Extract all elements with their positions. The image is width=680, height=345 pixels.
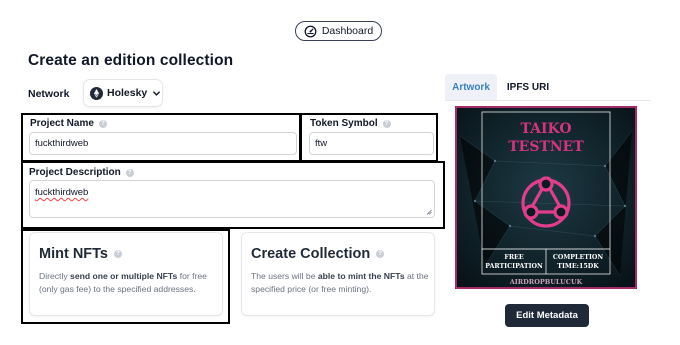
token-symbol-label: Token Symbol ? xyxy=(310,118,391,129)
project-name-input[interactable]: fuckthirdweb xyxy=(29,132,297,155)
tab-divider xyxy=(445,100,650,101)
artwork-cell-left-2: PARTICIPATION xyxy=(485,263,543,270)
network-select[interactable]: Holesky xyxy=(84,80,162,106)
help-icon: ? xyxy=(376,250,385,258)
create-collection-title: Create Collection ? xyxy=(251,246,385,262)
artwork-title-line1: TAIKO xyxy=(520,121,571,137)
create-collection-description: The users will be able to mint the NFTs … xyxy=(251,271,429,294)
artwork-cell-right-2: TIME:15DK xyxy=(557,263,599,270)
ethereum-icon xyxy=(90,86,103,100)
tab-artwork[interactable]: Artwork xyxy=(445,74,497,101)
project-description-input[interactable]: fuckthirdweb xyxy=(29,180,435,218)
artwork-title-line2: TESTNET xyxy=(508,139,584,155)
help-icon: ? xyxy=(114,250,122,258)
token-symbol-input[interactable]: ftw xyxy=(309,132,434,155)
help-icon: ? xyxy=(382,119,391,128)
artwork-cell-left-1: FREE xyxy=(504,254,524,261)
artwork-preview: TAIKO TESTNET FREE PARTICIPATION COMPLET… xyxy=(455,106,637,289)
edit-metadata-button[interactable]: Edit Metadata xyxy=(505,304,589,327)
mint-nfts-title: Mint NFTs ? xyxy=(39,246,122,262)
resize-handle-icon[interactable] xyxy=(426,209,432,215)
help-icon: ? xyxy=(98,119,107,128)
tab-ipfs-uri[interactable]: IPFS URI xyxy=(505,74,551,101)
gauge-icon xyxy=(304,25,317,37)
dashboard-button[interactable]: Dashboard xyxy=(295,21,382,41)
network-selected: Holesky xyxy=(107,87,148,99)
page-title: Create an edition collection xyxy=(28,52,234,69)
artwork-cell-right-1: COMPLETION xyxy=(553,254,604,261)
chevron-down-icon xyxy=(153,90,161,96)
help-icon: ? xyxy=(125,168,134,177)
artwork-footer: AIRDROPBULUCUK xyxy=(509,278,583,286)
project-name-label: Project Name ? xyxy=(30,118,107,129)
mint-nfts-description: Directly send one or multiple NFTs for f… xyxy=(39,271,207,294)
project-description-label: Project Description ? xyxy=(29,167,134,178)
dashboard-label: Dashboard xyxy=(321,25,374,37)
network-label: Network xyxy=(28,88,70,100)
